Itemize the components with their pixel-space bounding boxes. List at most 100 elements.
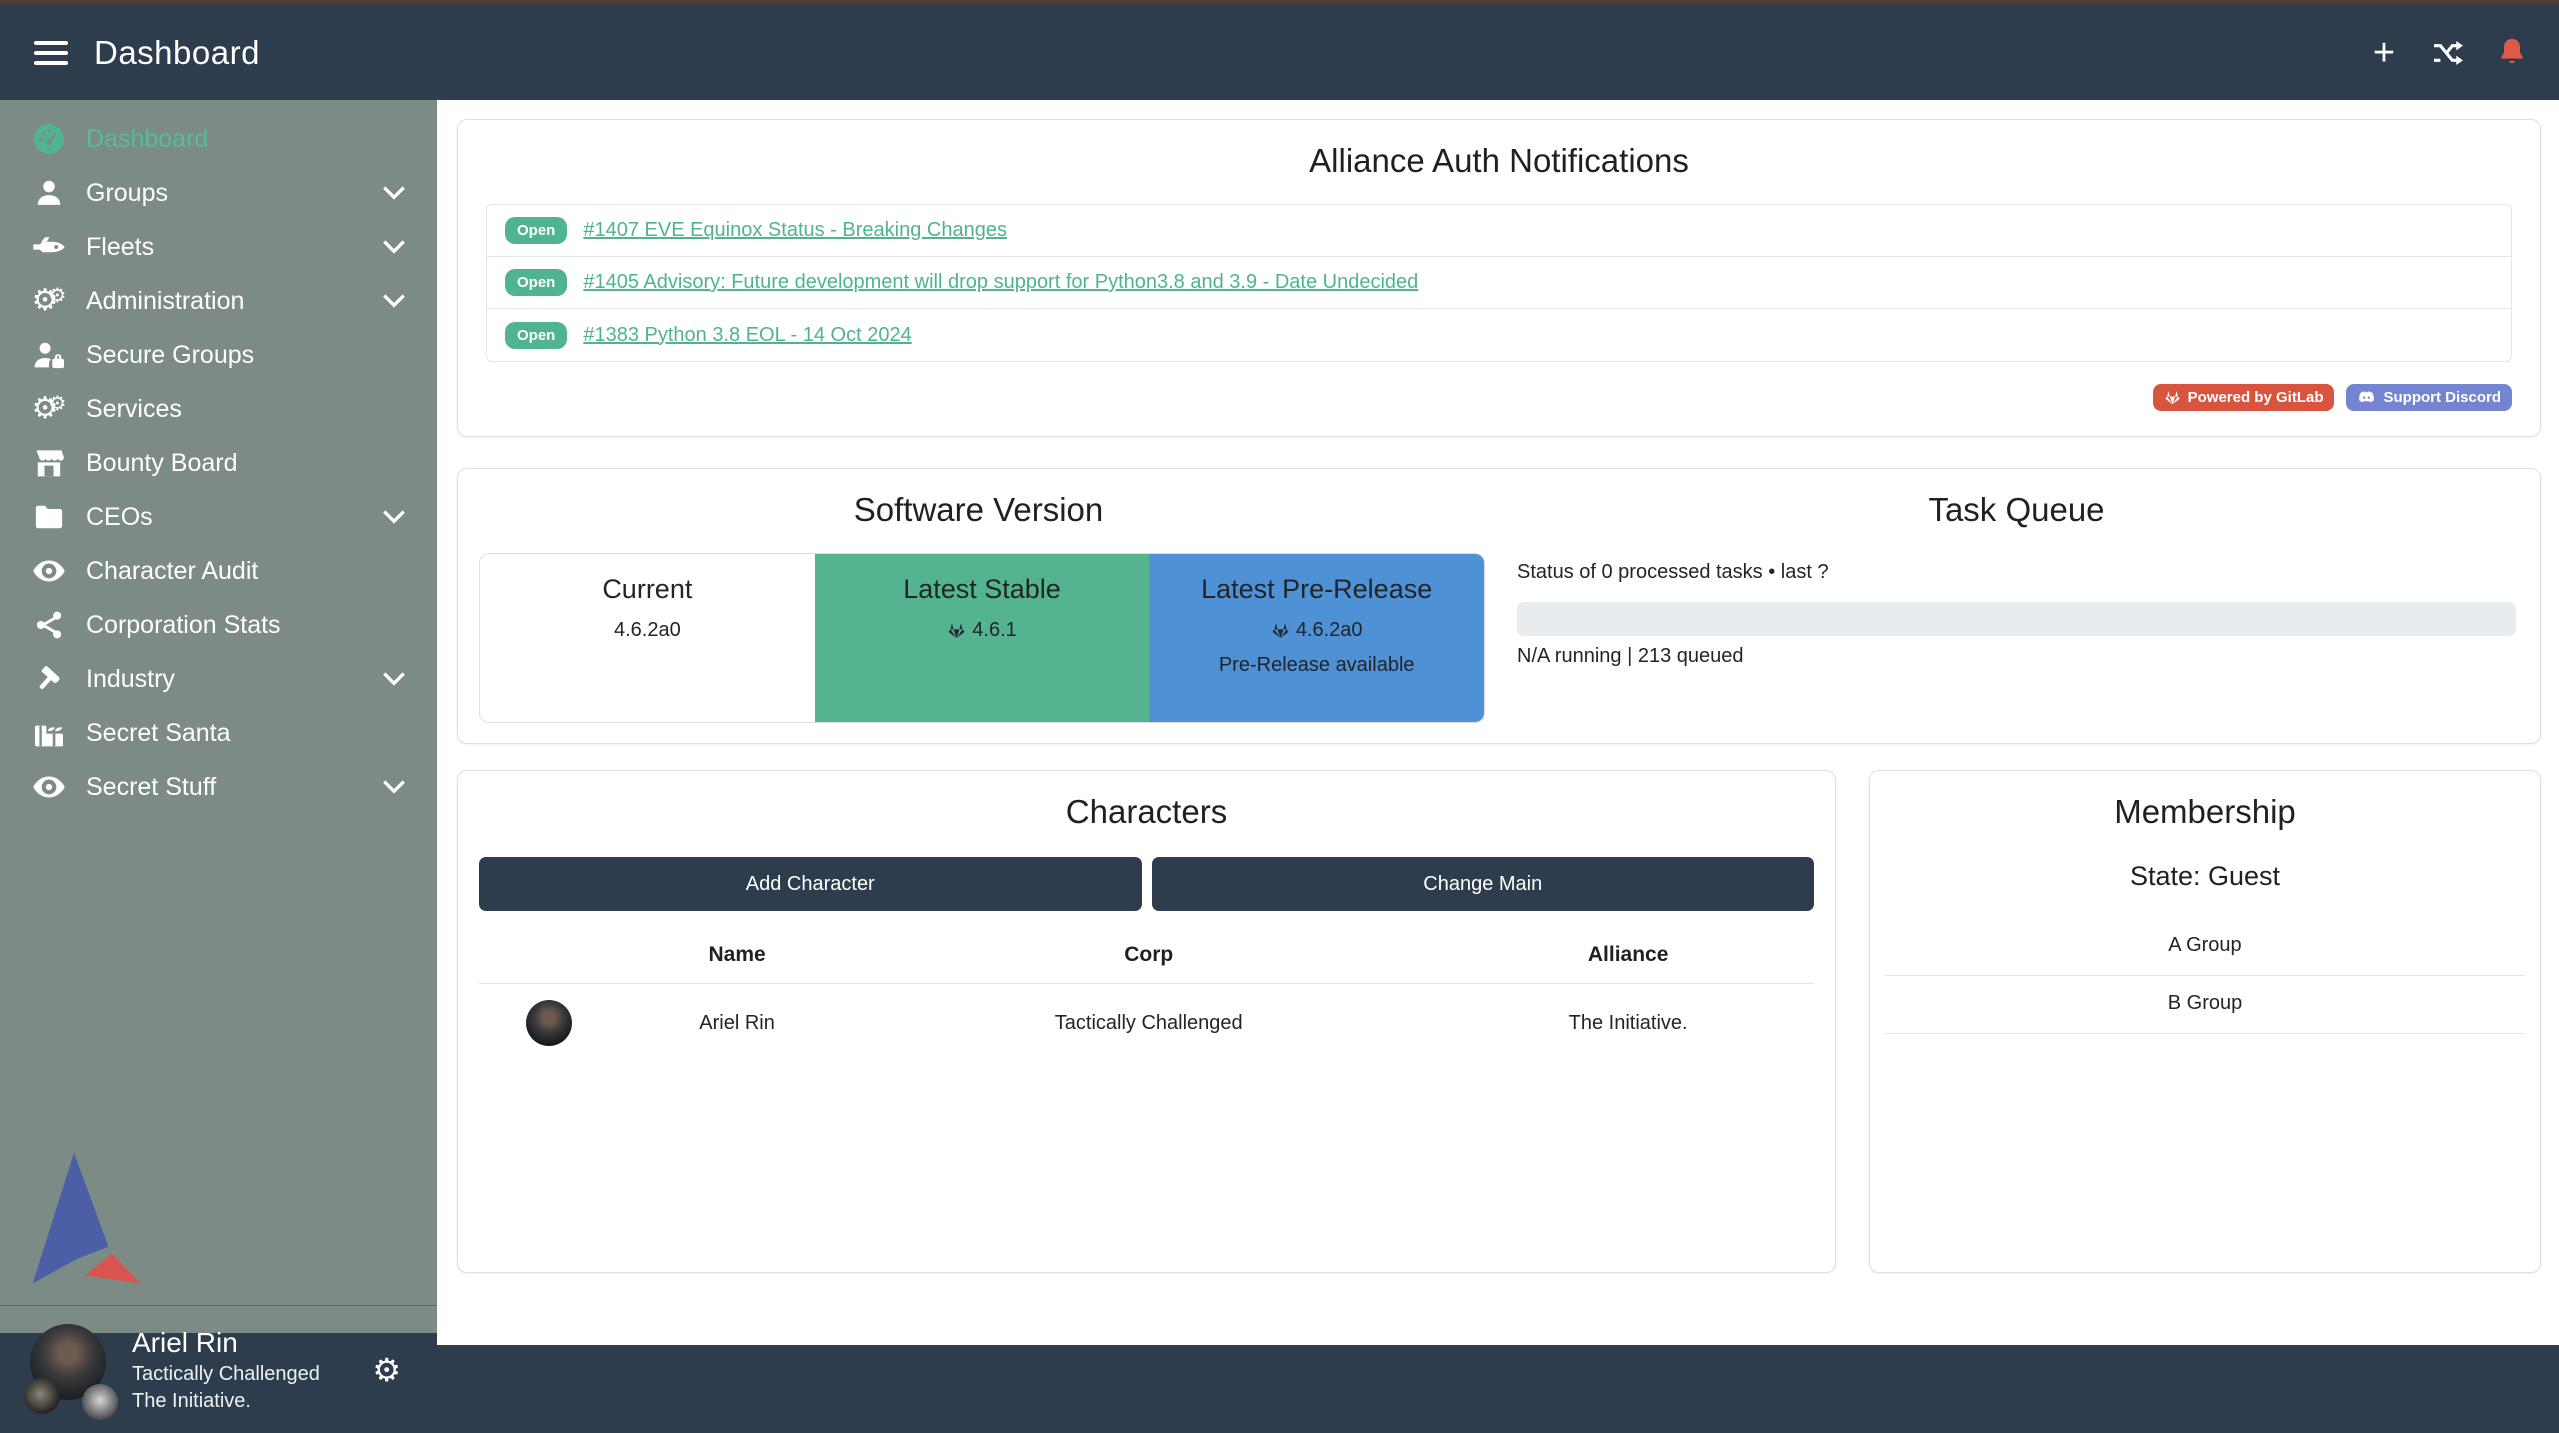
gitlab-icon [2164,389,2181,406]
sidebar-item-administration[interactable]: ⚙⚙ Administration [0,274,437,328]
sidebar-item-label: Groups [86,179,168,208]
notification-link[interactable]: #1407 EVE Equinox Status - Breaking Chan… [583,219,1007,242]
alliance-auth-logo [0,1148,437,1288]
task-queue-title: Task Queue [1517,491,2516,529]
characters-table: Name Corp Alliance Ariel Rin Tactically … [479,925,1814,1062]
page-title: Dashboard [94,34,260,72]
badge-label: Support Discord [2383,389,2501,406]
characters-panel: Characters Add Character Change Main Nam… [457,770,1836,1273]
discord-icon [2357,390,2376,406]
support-discord-badge[interactable]: Support Discord [2346,384,2512,411]
version-box-latest-stable: Latest Stable 4.6.1 [815,554,1150,722]
character-alliance: The Initiative. [1442,984,1814,1063]
version-box-heading: Latest Pre-Release [1149,574,1484,605]
user-alliance: The Initiative. [132,1388,320,1415]
list-item: A Group [1885,918,2525,976]
version-box-heading: Current [480,574,815,605]
change-main-button[interactable]: Change Main [1152,857,1815,911]
user-corp: Tactically Challenged [132,1361,320,1388]
sidebar-item-label: Bounty Board [86,449,238,478]
top-navbar: Dashboard + [0,5,2559,100]
chevron-down-icon [381,184,407,202]
column-header-corp: Corp [855,925,1442,984]
sidebar-item-character-audit[interactable]: Character Audit [0,544,437,598]
sidebar-item-secret-santa[interactable]: Secret Santa [0,706,437,760]
software-version-title: Software Version [458,491,1499,529]
sidebar-item-label: Fleets [86,233,154,262]
notification-link[interactable]: #1383 Python 3.8 EOL - 14 Oct 2024 [583,324,911,347]
characters-title: Characters [479,793,1814,831]
badge-label: Powered by GitLab [2188,389,2324,406]
notification-item: Open #1383 Python 3.8 EOL - 14 Oct 2024 [487,309,2511,361]
sidebar-item-ceos[interactable]: CEOs [0,490,437,544]
add-character-button[interactable]: Add Character [479,857,1142,911]
corp-logo-icon [24,1378,60,1414]
user-icon [28,178,70,208]
notification-link[interactable]: #1405 Advisory: Future development will … [583,271,1418,294]
chevron-down-icon [381,778,407,796]
user-panel: Ariel Rin Tactically Challenged The Init… [0,1306,437,1433]
sidebar-item-fleets[interactable]: Fleets [0,220,437,274]
column-header-portrait [479,925,619,984]
version-value: 4.6.2a0 [1296,619,1363,642]
notifications-list: Open #1407 EVE Equinox Status - Breaking… [486,204,2512,362]
gears-icon: ⚙⚙ [28,394,70,424]
version-box-current: Current 4.6.2a0 [480,554,815,722]
notification-item: Open #1407 EVE Equinox Status - Breaking… [487,205,2511,257]
gears-icon: ⚙⚙ [28,286,70,316]
folder-icon [28,504,70,530]
main-content: Alliance Auth Notifications Open #1407 E… [437,100,2559,1345]
table-row: Ariel Rin Tactically Challenged The Init… [479,984,1814,1063]
version-value: 4.6.1 [972,619,1016,642]
sidebar-item-label: Industry [86,665,175,694]
powered-by-gitlab-badge[interactable]: Powered by GitLab [2153,384,2335,411]
status-badge: Open [505,269,567,296]
chevron-down-icon [381,508,407,526]
version-value: 4.6.2a0 [614,619,681,642]
sidebar-item-dashboard[interactable]: Dashboard [0,112,437,166]
sidebar-item-industry[interactable]: Industry [0,652,437,706]
sidebar-item-corporation-stats[interactable]: Corporation Stats [0,598,437,652]
user-settings-gear-icon[interactable]: ⚙ [372,1351,401,1389]
sidebar-item-label: Secret Santa [86,719,231,748]
notification-item: Open #1405 Advisory: Future development … [487,257,2511,309]
membership-title: Membership [1885,793,2525,831]
column-header-alliance: Alliance [1442,925,1814,984]
version-boxes: Current 4.6.2a0 Latest Stable 4.6.1 Late… [479,553,1485,723]
membership-panel: Membership State: Guest A Group B Group [1869,770,2541,1273]
sidebar-item-bounty-board[interactable]: Bounty Board [0,436,437,490]
column-header-name: Name [619,925,855,984]
sidebar-item-groups[interactable]: Groups [0,166,437,220]
chevron-down-icon [381,670,407,688]
task-queue-status: Status of 0 processed tasks • last ? [1517,561,2516,584]
hammer-icon [28,664,70,694]
store-icon [28,448,70,478]
shuffle-icon[interactable] [2431,36,2465,70]
membership-groups-list: A Group B Group [1885,918,2525,1034]
chevron-down-icon [381,238,407,256]
membership-state: State: Guest [1885,861,2525,892]
software-version-panel: Software Version Current 4.6.2a0 Latest … [457,468,2541,744]
status-badge: Open [505,217,567,244]
eye-icon [28,774,70,800]
sidebar-item-label: Services [86,395,182,424]
notifications-panel: Alliance Auth Notifications Open #1407 E… [457,119,2541,437]
status-badge: Open [505,322,567,349]
sidebar-item-label: Administration [86,287,244,316]
task-queue-summary: N/A running | 213 queued [1517,645,2516,668]
menu-toggle-icon[interactable] [34,35,68,71]
gitlab-icon [947,621,966,640]
sidebar-item-secure-groups[interactable]: Secure Groups [0,328,437,382]
version-box-heading: Latest Stable [815,574,1150,605]
sidebar-item-secret-stuff[interactable]: Secret Stuff [0,760,437,814]
sidebar-item-label: Secure Groups [86,341,254,370]
eye-icon [28,558,70,584]
sidebar-item-label: CEOs [86,503,153,532]
bell-icon[interactable] [2495,36,2529,70]
sidebar-item-label: Dashboard [86,125,208,154]
version-box-latest-prerelease: Latest Pre-Release 4.6.2a0 Pre-Release a… [1149,554,1484,722]
alliance-logo-icon [82,1384,118,1420]
task-progress-bar [1517,602,2516,636]
sidebar-item-services[interactable]: ⚙⚙ Services [0,382,437,436]
plus-icon[interactable]: + [2367,36,2401,70]
